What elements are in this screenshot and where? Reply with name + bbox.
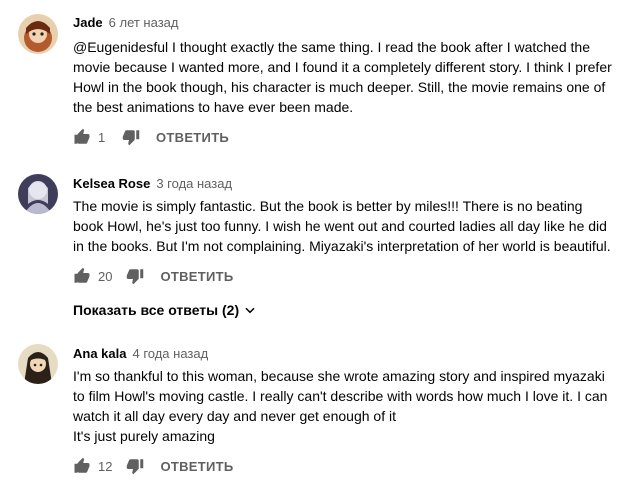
thumb-up-icon[interactable] (73, 128, 91, 146)
reply-button[interactable]: ОТВЕТИТЬ (156, 130, 229, 145)
avatar[interactable] (18, 174, 58, 214)
comment-text: I'm so thankful to this woman, because s… (73, 368, 608, 444)
comment-text: @Eugenidesful I thought exactly the same… (73, 39, 612, 115)
thumb-down-icon[interactable] (126, 457, 144, 475)
reply-button[interactable]: ОТВЕТИТЬ (160, 269, 233, 284)
comment-actions: 1 ОТВЕТИТЬ (73, 127, 229, 147)
timestamp[interactable]: 3 года назад (156, 176, 232, 191)
chevron-down-icon (243, 303, 257, 317)
like-count: 12 (98, 458, 113, 474)
author-name[interactable]: Ana kala (73, 346, 126, 361)
avatar[interactable] (18, 344, 58, 384)
author-name[interactable]: Jade (73, 15, 103, 30)
like-count: 1 (98, 129, 106, 145)
show-replies-label: Показать все ответы (2) (73, 302, 240, 318)
timestamp[interactable]: 6 лет назад (109, 15, 179, 30)
comment-header: Jade 6 лет назад (73, 15, 178, 30)
thumb-up-icon[interactable] (73, 457, 91, 475)
comment-header: Kelsea Rose 3 года назад (73, 176, 232, 191)
thumb-up-icon[interactable] (73, 267, 91, 285)
comment-text: The movie is simply fantastic. But the b… (73, 198, 611, 254)
comment-actions: 20 ОТВЕТИТЬ (73, 266, 234, 286)
thumb-down-icon[interactable] (126, 267, 144, 285)
show-replies-button[interactable]: Показать все ответы (2) (73, 302, 257, 318)
comment-3: Ana kala 4 года назад I'm so thankful to … (0, 344, 627, 484)
author-name[interactable]: Kelsea Rose (73, 176, 150, 191)
timestamp[interactable]: 4 года назад (132, 346, 208, 361)
avatar[interactable] (18, 14, 58, 54)
comment-2: Kelsea Rose 3 года назад The movie is sim… (0, 174, 627, 324)
like-count: 20 (98, 268, 113, 284)
comment-header: Ana kala 4 года назад (73, 346, 208, 361)
reply-button[interactable]: ОТВЕТИТЬ (160, 459, 233, 474)
thumb-down-icon[interactable] (122, 128, 140, 146)
comment-actions: 12 ОТВЕТИТЬ (73, 456, 234, 476)
comment-1: Jade 6 лет назад @Eugenidesful I thought … (0, 14, 627, 154)
